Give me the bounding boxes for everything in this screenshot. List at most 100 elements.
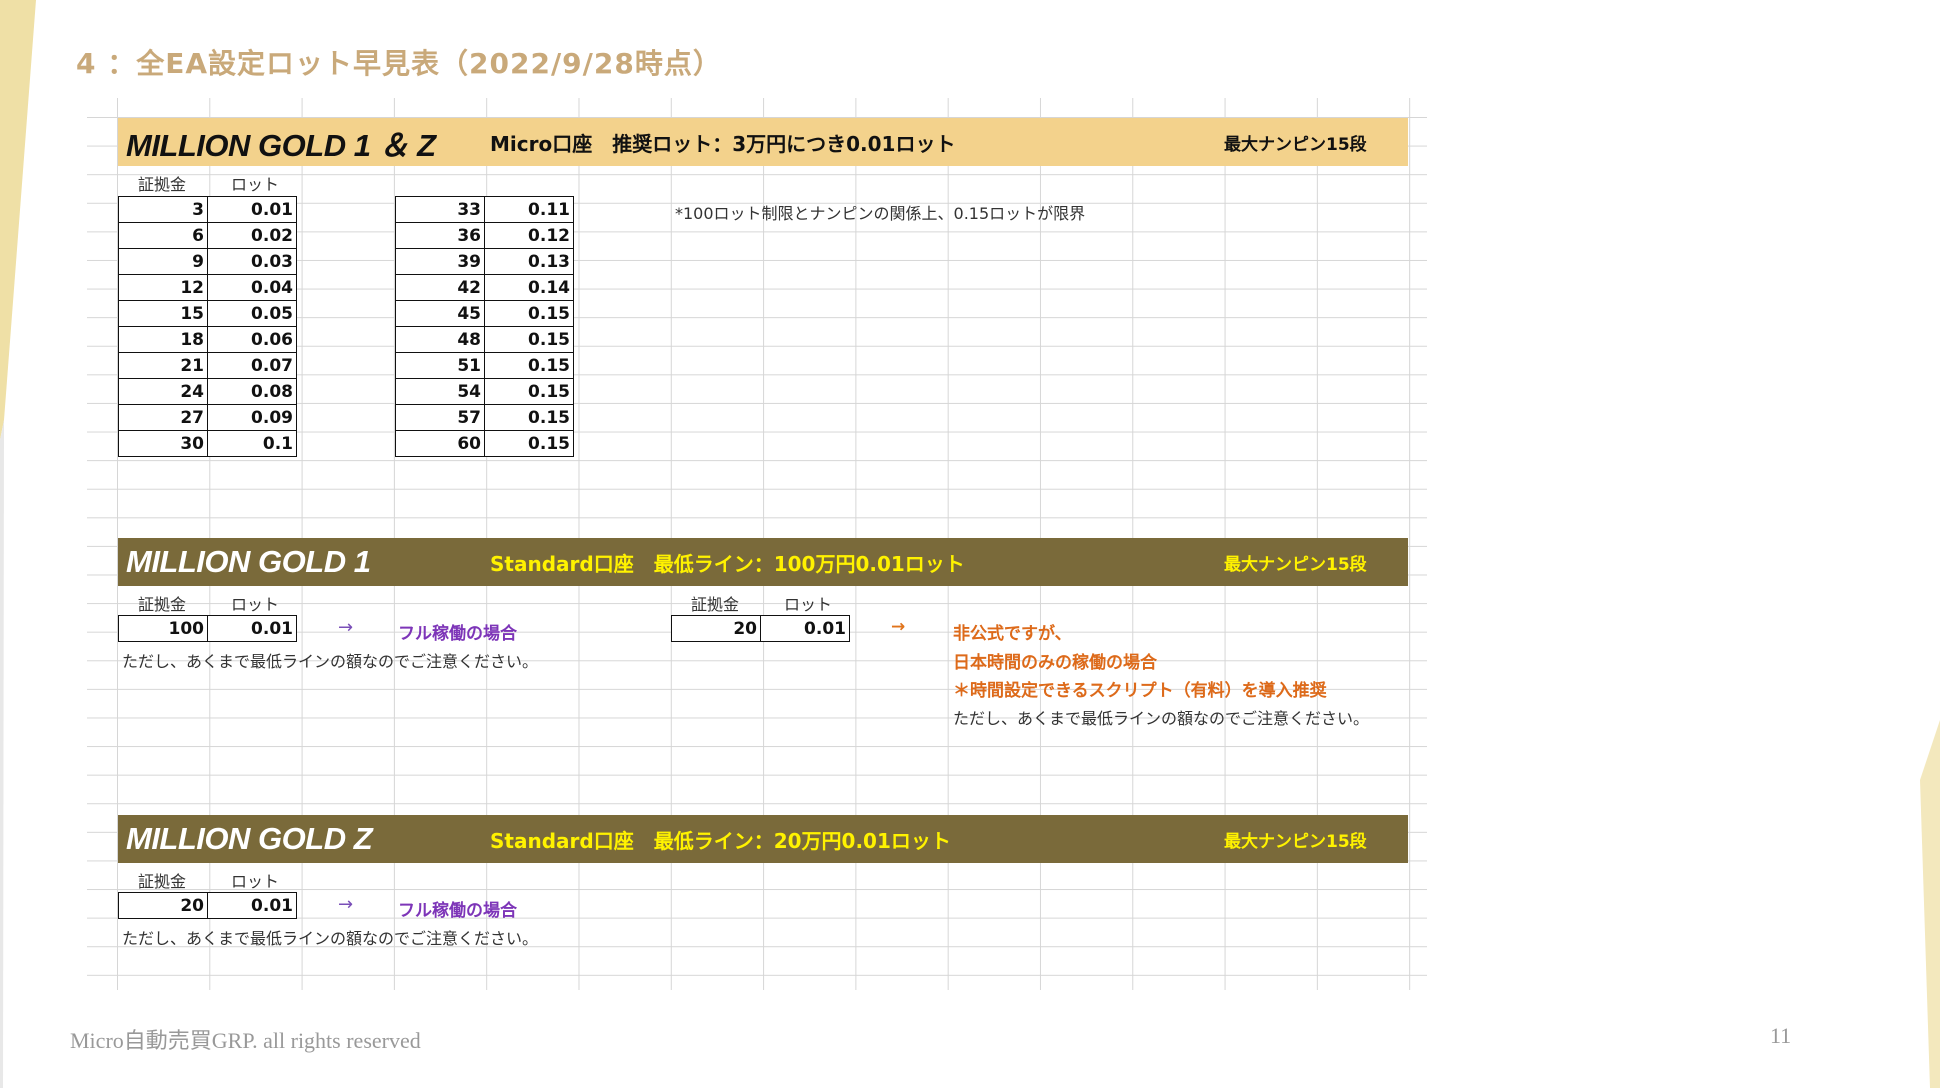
max-nanpin-label: 最大ナンピン15段 <box>1224 831 1367 852</box>
page-number: 11 <box>1770 1023 1792 1048</box>
margin-cell: 30 <box>118 430 208 457</box>
header-margin-right: 証拠金 <box>691 595 740 614</box>
table-row: 30 0.1 <box>118 430 297 457</box>
header-lot: ロット <box>231 595 280 614</box>
section-header-million-gold-1: MILLION GOLD 1 Standard口座 最低ライン：100万円0.0… <box>118 538 1408 586</box>
margin-cell: 27 <box>118 404 208 431</box>
margin-cell: 3 <box>118 196 208 223</box>
lot-cell: 0.03 <box>207 248 297 275</box>
margin-cell: 51 <box>395 352 485 379</box>
table-row: 39 0.13 <box>395 248 574 275</box>
margin-cell: 54 <box>395 378 485 405</box>
margin-cell: 36 <box>395 222 485 249</box>
section-name: MILLION GOLD 1 <box>126 544 371 579</box>
lot-cell: 0.05 <box>207 300 297 327</box>
table-row: 18 0.06 <box>118 326 297 353</box>
section-header-million-gold-z: MILLION GOLD Z Standard口座 最低ライン：20万円0.01… <box>118 815 1408 863</box>
lot-cell: 0.14 <box>484 274 574 301</box>
header-lot: ロット <box>231 872 280 891</box>
lot-cell: 0.13 <box>484 248 574 275</box>
lot-cell: 0.02 <box>207 222 297 249</box>
max-nanpin-label: 最大ナンピン15段 <box>1224 554 1367 575</box>
min-line-note-right: ただし、あくまで最低ラインの額なのでご注意ください。 <box>953 709 1370 728</box>
unofficial-label: 非公式ですが、 <box>953 624 1072 644</box>
lot-cell: 0.01 <box>207 892 297 919</box>
table-row: 6 0.02 <box>118 222 297 249</box>
margin-cell: 20 <box>671 615 761 642</box>
lot-cell: 0.07 <box>207 352 297 379</box>
header-lot-right: ロット <box>784 595 833 614</box>
lot-cell: 0.15 <box>484 404 574 431</box>
lot-cell: 0.01 <box>760 615 850 642</box>
table-row: 45 0.15 <box>395 300 574 327</box>
lot-cell: 0.15 <box>484 326 574 353</box>
lot-cell: 0.12 <box>484 222 574 249</box>
margin-cell: 42 <box>395 274 485 301</box>
section-name: MILLION GOLD 1 ＆ Z <box>126 127 436 163</box>
table-row: 21 0.07 <box>118 352 297 379</box>
japan-hours-label: 日本時間のみの稼働の場合 <box>953 653 1157 673</box>
lot-cell: 0.15 <box>484 430 574 457</box>
footer-copyright: Micro自動売買GRP. all rights reserved <box>70 1028 421 1053</box>
header-margin: 証拠金 <box>138 872 187 891</box>
min-line-note: ただし、あくまで最低ラインの額なのでご注意ください。 <box>122 929 539 948</box>
margin-cell: 60 <box>395 430 485 457</box>
margin-cell: 39 <box>395 248 485 275</box>
lot-cell: 0.06 <box>207 326 297 353</box>
lot-cell: 0.08 <box>207 378 297 405</box>
script-recommendation: ＊時間設定できるスクリプト（有料）を導入推奨 <box>953 681 1327 701</box>
section-subtitle: Standard口座 最低ライン：100万円0.01ロット <box>490 551 965 576</box>
table-row: 24 0.08 <box>118 378 297 405</box>
table-row: 12 0.04 <box>118 274 297 301</box>
margin-cell: 48 <box>395 326 485 353</box>
lot-table-z: 20 0.01 <box>118 892 297 919</box>
lot-cell: 0.15 <box>484 352 574 379</box>
lot-table-full: 100 0.01 <box>118 615 297 642</box>
right-accent-stripe <box>1920 720 1940 1088</box>
table-row: 36 0.12 <box>395 222 574 249</box>
section-subtitle: Standard口座 最低ライン：20万円0.01ロット <box>490 828 951 853</box>
margin-cell: 9 <box>118 248 208 275</box>
lot-cell: 0.1 <box>207 430 297 457</box>
margin-cell: 33 <box>395 196 485 223</box>
min-line-note: ただし、あくまで最低ラインの額なのでご注意ください。 <box>122 652 539 671</box>
lot-cell: 0.04 <box>207 274 297 301</box>
lot-cell: 0.01 <box>207 615 297 642</box>
margin-cell: 12 <box>118 274 208 301</box>
lot-cell: 0.01 <box>207 196 297 223</box>
margin-cell: 6 <box>118 222 208 249</box>
lot-cell: 0.09 <box>207 404 297 431</box>
table-row: 9 0.03 <box>118 248 297 275</box>
slide-title: 4 ：全EA設定ロット早見表（2022/9/28時点） <box>76 47 722 80</box>
header-margin: 証拠金 <box>138 595 187 614</box>
arrow-icon: → <box>338 617 354 638</box>
left-accent-stripe <box>0 0 36 1088</box>
table-row: 15 0.05 <box>118 300 297 327</box>
margin-cell: 100 <box>118 615 208 642</box>
table-row: 51 0.15 <box>395 352 574 379</box>
margin-cell: 21 <box>118 352 208 379</box>
lot-cell: 0.11 <box>484 196 574 223</box>
margin-cell: 24 <box>118 378 208 405</box>
max-nanpin-label: 最大ナンピン15段 <box>1224 134 1367 155</box>
lot-limit-note: *100ロット制限とナンピンの関係上、0.15ロットが限界 <box>675 204 1086 223</box>
table-row: 33 0.11 <box>395 196 574 223</box>
lot-table-japan-hours: 20 0.01 <box>671 615 850 642</box>
section-subtitle: Micro口座 推奨ロット：3万円につき0.01ロット <box>490 131 956 156</box>
section-header-million-gold-1-z: MILLION GOLD 1 ＆ Z Micro口座 推奨ロット：3万円につき0… <box>118 118 1408 166</box>
lot-table-right: 33 0.11 36 0.12 39 0.13 42 0.14 45 0.15 48 0.15 51 0.… <box>395 196 574 457</box>
arrow-icon: → <box>891 617 906 637</box>
full-operation-label: フル稼働の場合 <box>398 901 517 921</box>
lot-cell: 0.15 <box>484 300 574 327</box>
table-row: 3 0.01 <box>118 196 297 223</box>
full-operation-label: フル稼働の場合 <box>398 624 517 644</box>
table-row: 48 0.15 <box>395 326 574 353</box>
table-row: 57 0.15 <box>395 404 574 431</box>
header-margin: 証拠金 <box>138 175 187 194</box>
table-row: 42 0.14 <box>395 274 574 301</box>
margin-cell: 15 <box>118 300 208 327</box>
margin-cell: 57 <box>395 404 485 431</box>
table-row: 60 0.15 <box>395 430 574 457</box>
table-row: 27 0.09 <box>118 404 297 431</box>
lot-table-left: 3 0.01 6 0.02 9 0.03 12 0.04 15 0.05 18 0.06 21 0.07 2… <box>118 196 297 457</box>
